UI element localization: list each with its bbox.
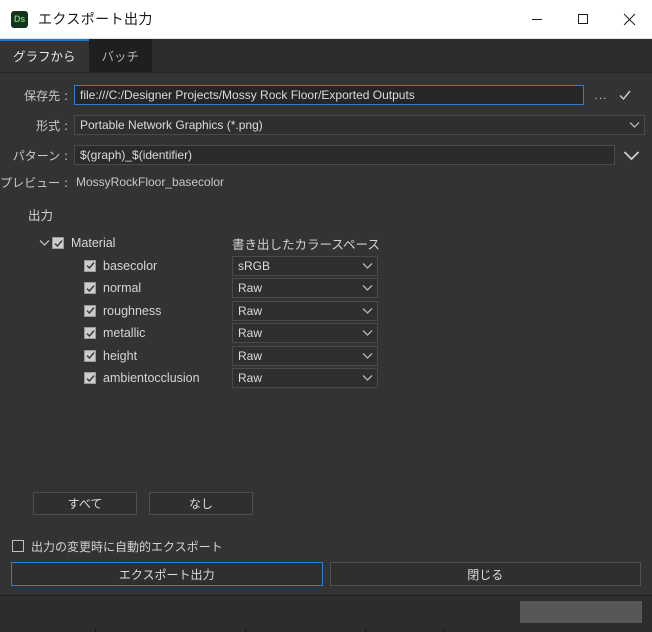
tab-from-graph-label: グラフから [13,49,76,64]
chevron-down-icon [629,121,640,129]
format-label: 形式 : [36,118,68,133]
export-outputs-button[interactable]: エクスポート出力 [11,562,323,586]
colorspace-select-height[interactable]: Raw [232,345,378,366]
pattern-presets-chevron-icon[interactable] [615,144,647,166]
chevron-down-icon [362,374,373,382]
checkbox-metallic[interactable] [84,327,96,340]
chevron-down-icon[interactable] [36,235,52,251]
pattern-row: パターン : $(graph)_$(identifier) [0,144,652,166]
window-title: エクスポート出力 [38,12,153,28]
tree-label-roughness: roughness [103,303,162,318]
tab-batch-label: バッチ [101,49,140,64]
format-row: 形式 : Portable Network Graphics (*.png) [0,114,652,136]
table-row[interactable]: normal Raw [0,277,652,300]
colorspace-select-metallic[interactable]: Raw [232,323,378,344]
colorspace-select-basecolor[interactable]: sRGB [232,255,378,276]
colorspace-select-roughness[interactable]: Raw [232,300,378,321]
select-none-button[interactable]: なし [149,492,253,515]
outputs-tree: Material 書き出したカラースペース basecolor sRGB nor… [0,232,652,390]
checkbox-basecolor[interactable] [84,259,96,272]
chevron-down-icon [362,284,373,292]
format-select[interactable]: Portable Network Graphics (*.png) [74,115,645,135]
colorspace-value: sRGB [238,258,271,273]
dialog-body: 保存先 : file:///C:/Designer Projects/Mossy… [0,73,652,632]
minimize-icon[interactable] [514,0,560,38]
destination-label: 保存先 : [24,88,68,103]
auto-export-label: 出力の変更時に自動的エクスポート [31,539,223,554]
close-icon[interactable] [606,0,652,38]
check-icon[interactable] [614,85,636,105]
tab-batch[interactable]: バッチ [88,39,153,72]
table-row[interactable]: roughness Raw [0,300,652,323]
chevron-down-icon [362,352,373,360]
colorspace-select-ambientocclusion[interactable]: Raw [232,368,378,389]
window-controls [514,0,652,38]
checkbox-ambientocclusion[interactable] [84,372,96,385]
colorspace-value: Raw [238,281,263,296]
status-bar [0,595,652,632]
preview-label: プレビュー : [0,175,68,190]
tree-label-height: height [103,348,138,363]
preview-row: プレビュー : MossyRockFloor_basecolor [0,173,652,191]
colorspace-value: Raw [238,371,263,386]
pattern-input[interactable]: $(graph)_$(identifier) [74,145,615,165]
destination-input[interactable]: file:///C:/Designer Projects/Mossy Rock … [74,85,584,105]
title-bar: Ds エクスポート出力 [0,0,652,39]
checkbox-auto-export[interactable] [12,540,24,552]
tree-label-metallic: metallic [103,326,146,341]
selection-buttons: すべて なし [0,492,652,515]
chevron-down-icon [362,329,373,337]
checkbox-normal[interactable] [84,282,96,295]
colorspace-value: Raw [238,303,263,318]
tree-row-material[interactable]: Material 書き出したカラースペース [0,232,652,255]
chevron-down-icon [362,262,373,270]
preview-value: MossyRockFloor_basecolor [76,175,225,189]
status-progress-chip [520,601,642,623]
tree-label-ambientocclusion: ambientocclusion [103,371,200,386]
chevron-down-icon [362,307,373,315]
designer-app-icon: Ds [11,10,28,28]
format-value: Portable Network Graphics (*.png) [80,118,263,132]
colorspace-value: Raw [238,326,263,341]
destination-row: 保存先 : file:///C:/Designer Projects/Mossy… [0,84,652,106]
checkbox-roughness[interactable] [84,304,96,317]
select-all-button[interactable]: すべて [33,492,137,515]
colorspace-select-normal[interactable]: Raw [232,278,378,299]
tree-label-normal: normal [103,281,142,296]
auto-export-row[interactable]: 出力の変更時に自動的エクスポート [0,537,652,555]
checkbox-height[interactable] [84,349,96,362]
tab-strip: グラフから バッチ [0,39,652,73]
table-row[interactable]: basecolor sRGB [0,255,652,278]
export-outputs-dialog: Ds エクスポート出力 グラフから バッチ 保存先 : file:///C:/D… [0,0,652,632]
table-row[interactable]: metallic Raw [0,322,652,345]
table-row[interactable]: ambientocclusion Raw [0,367,652,390]
tree-label-material: Material [71,236,116,251]
app-icon-label: Ds [14,14,25,24]
action-buttons: エクスポート出力 閉じる [0,562,652,586]
pattern-label: パターン : [12,148,68,163]
maximize-icon[interactable] [560,0,606,38]
tab-from-graph[interactable]: グラフから [0,39,89,72]
colorspace-column-header: 書き出したカラースペース [232,236,380,252]
dialog-footer: すべて なし 出力の変更時に自動的エクスポート エクスポート出力 閉じる [0,492,652,632]
checkbox-material[interactable] [52,237,64,250]
close-button[interactable]: 閉じる [329,562,641,586]
outputs-section-title: 出力 [28,208,54,223]
colorspace-value: Raw [238,348,263,363]
browse-button[interactable]: ... [590,85,612,105]
tree-label-basecolor: basecolor [103,258,158,273]
table-row[interactable]: height Raw [0,345,652,368]
